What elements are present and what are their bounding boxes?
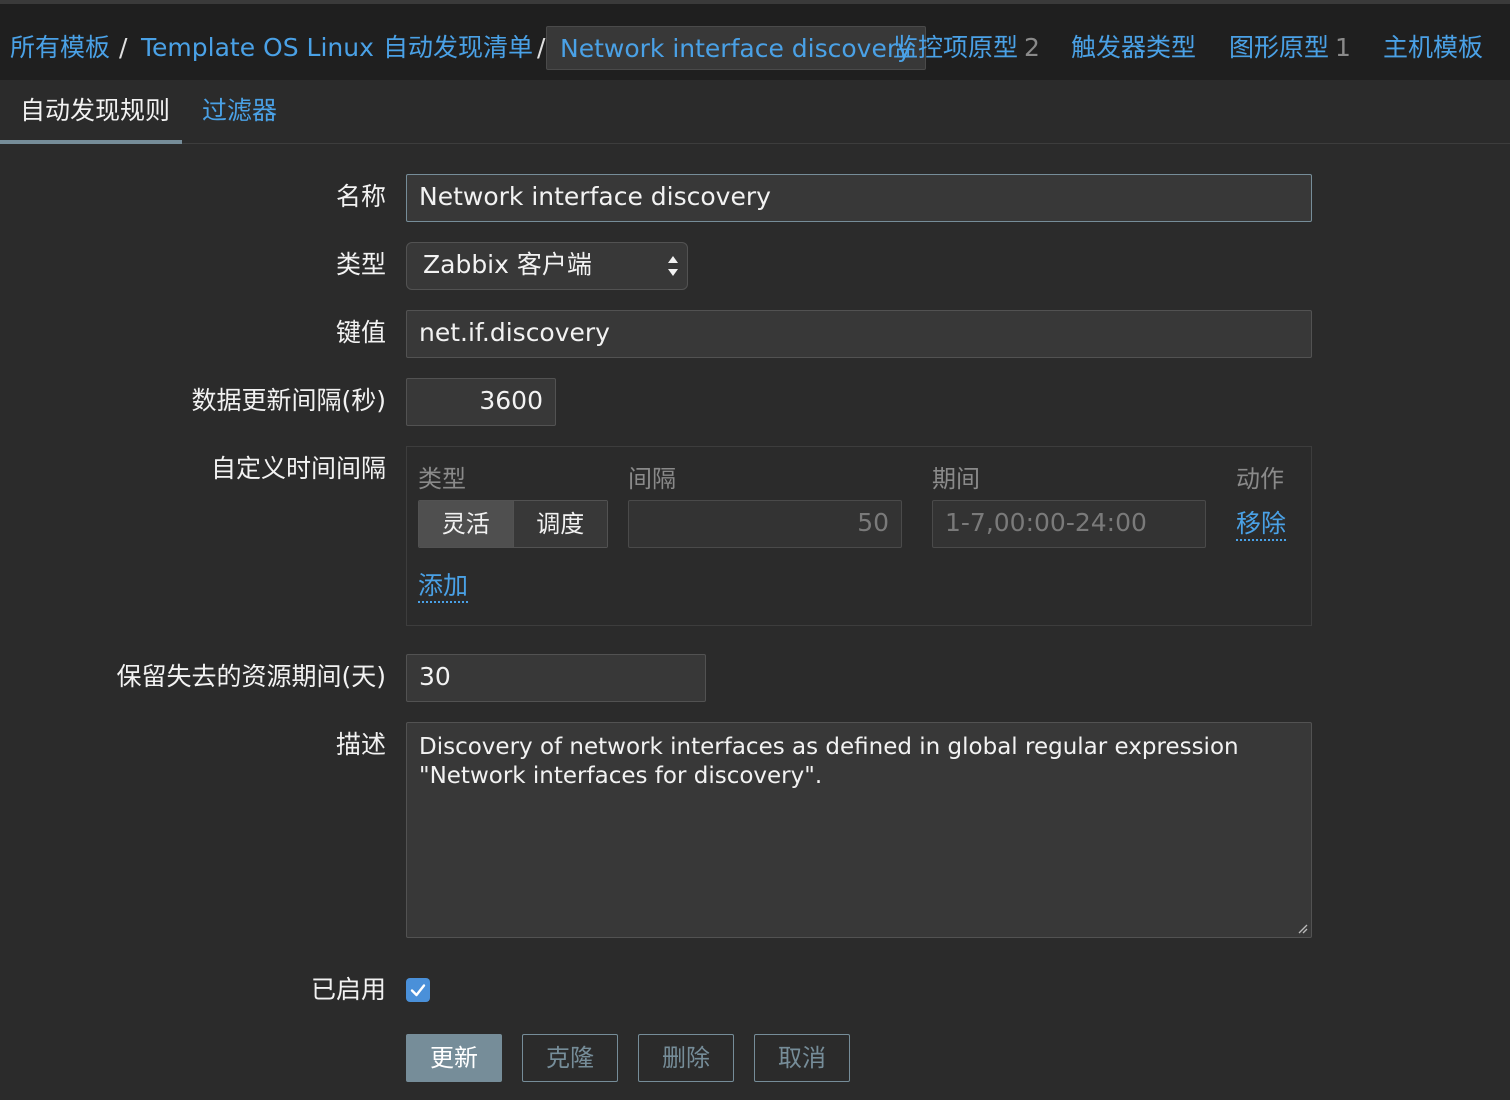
- name-input[interactable]: Network interface discovery: [406, 174, 1312, 222]
- interval-type-toggle: 灵活 调度: [418, 500, 608, 548]
- select-arrows-icon: [668, 256, 678, 276]
- nav-item-prototypes-count: 2: [1024, 33, 1040, 62]
- type-select-value: Zabbix 客户端: [423, 250, 592, 279]
- custom-intervals-table: 类型 间隔 期间 动作 灵活 调度 50 1-7,00:00-24:00 移除 …: [406, 446, 1312, 626]
- name-label: 名称: [335, 182, 386, 211]
- tab-bar: 自动发现规则 过滤器: [0, 80, 1510, 144]
- interval-input[interactable]: 3600: [406, 378, 556, 426]
- col-interval-header: 间隔: [628, 465, 676, 493]
- custom-intervals-label: 自定义时间间隔: [210, 454, 386, 483]
- nav-graph-prototypes[interactable]: 图形原型 1: [1229, 26, 1351, 70]
- nav-host-templates[interactable]: 主机模板: [1383, 26, 1483, 70]
- col-action-header: 动作: [1236, 465, 1284, 493]
- keep-lost-input[interactable]: 30: [406, 654, 706, 702]
- breadcrumb-discovery-list[interactable]: 自动发现清单: [383, 26, 533, 70]
- description-text: Discovery of network interfaces as defin…: [419, 734, 1239, 789]
- col-type-header: 类型: [418, 465, 466, 493]
- col-period-header: 期间: [932, 465, 980, 493]
- nav-graph-prototypes-label: 图形原型: [1229, 33, 1330, 62]
- add-interval-link[interactable]: 添加: [418, 571, 469, 603]
- update-button[interactable]: 更新: [406, 1034, 502, 1082]
- breadcrumb-current[interactable]: Network interface discovery: [546, 26, 926, 70]
- type-label: 类型: [335, 250, 386, 279]
- clone-button[interactable]: 克隆: [522, 1034, 618, 1082]
- breadcrumb: 所有模板 / Template OS Linux 自动发现清单 / Networ…: [0, 0, 1510, 80]
- delete-button[interactable]: 删除: [638, 1034, 734, 1082]
- breadcrumb-template[interactable]: Template OS Linux: [141, 26, 374, 70]
- resize-handle-icon[interactable]: [1296, 922, 1308, 934]
- interval-label: 数据更新间隔(秒): [191, 386, 386, 415]
- nav-graph-prototypes-count: 1: [1335, 33, 1351, 62]
- keep-lost-label: 保留失去的资源期间(天): [116, 662, 386, 691]
- tab-discovery-rule[interactable]: 自动发现规则: [0, 80, 182, 144]
- flexible-option[interactable]: 灵活: [419, 501, 513, 547]
- breadcrumb-separator: /: [119, 33, 128, 62]
- key-input[interactable]: net.if.discovery: [406, 310, 1312, 358]
- custom-interval-input[interactable]: 50: [628, 500, 902, 548]
- cancel-button[interactable]: 取消: [754, 1034, 850, 1082]
- checkmark-icon: [410, 984, 426, 997]
- description-textarea[interactable]: Discovery of network interfaces as defin…: [406, 722, 1312, 938]
- nav-trigger-types[interactable]: 触发器类型: [1071, 26, 1196, 70]
- nav-item-prototypes[interactable]: 监控项原型 2: [893, 26, 1040, 70]
- custom-period-input[interactable]: 1-7,00:00-24:00: [932, 500, 1206, 548]
- type-select[interactable]: Zabbix 客户端: [406, 242, 688, 290]
- nav-item-prototypes-label: 监控项原型: [893, 33, 1019, 62]
- description-label: 描述: [335, 730, 386, 759]
- key-label: 键值: [335, 318, 386, 347]
- enabled-checkbox[interactable]: [406, 978, 430, 1002]
- breadcrumb-all-templates[interactable]: 所有模板: [10, 26, 110, 70]
- remove-interval-link[interactable]: 移除: [1236, 509, 1287, 541]
- enabled-label: 已启用: [310, 975, 386, 1004]
- tab-filters[interactable]: 过滤器: [182, 80, 297, 144]
- breadcrumb-separator: /: [537, 33, 546, 62]
- scheduling-option[interactable]: 调度: [512, 501, 607, 547]
